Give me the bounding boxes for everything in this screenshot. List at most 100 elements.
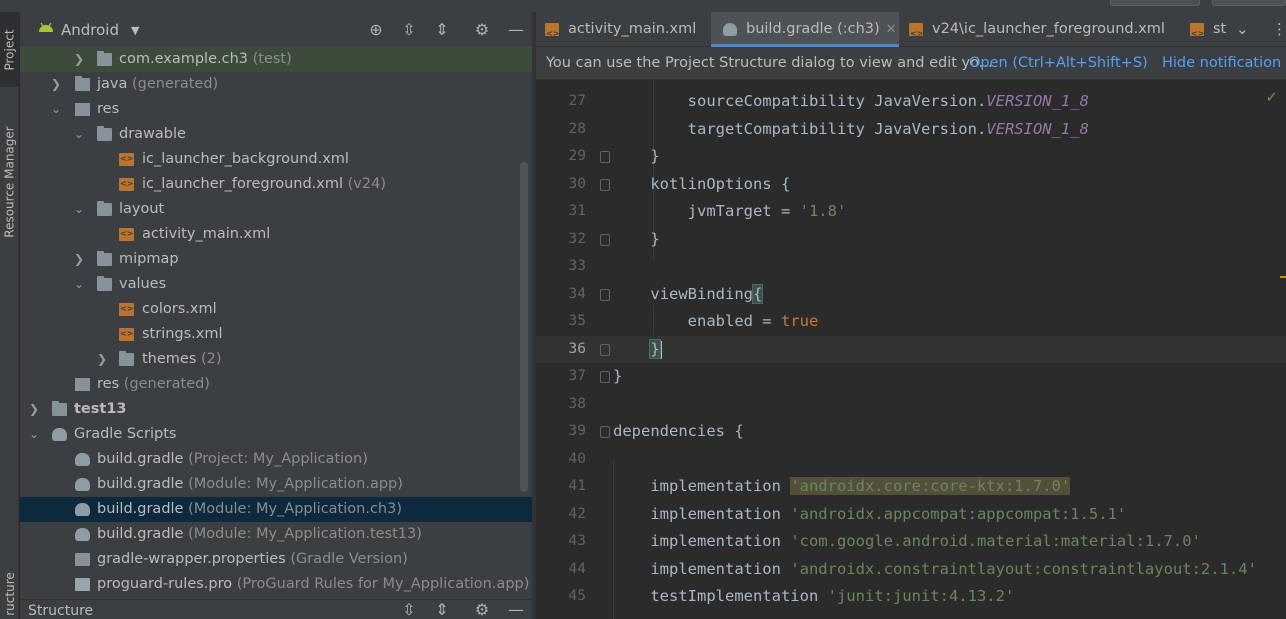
tree-row-proguard-rules[interactable]: proguard-rules.pro (ProGuard Rules for M… [20,572,532,597]
collapse-all-icon[interactable]: ⇕ [432,600,452,619]
minimize-icon[interactable]: — [506,20,526,40]
folder-icon [75,76,90,91]
code-line-29: } [613,147,660,165]
code-line-27: sourceCompatibility JavaVersion.VERSION_… [613,92,1089,110]
structure-tool-tab[interactable]: ructure [0,569,19,619]
tab-ic-launcher-foreground[interactable]: v24\ic_launcher_foreground.xml [899,12,1181,51]
tabs-dropdown-button[interactable]: ⌄ [1236,12,1260,47]
chevron-right-icon[interactable]: ❯ [73,247,85,272]
tree-row-build-gradle-app[interactable]: build.gradle (Module: My_Application.app… [20,472,532,497]
locate-icon[interactable]: ⊕ [366,20,386,40]
left-tool-strip: Project Resource Manager ructure [0,12,19,619]
tree-row-values[interactable]: ⌄ values [20,272,532,297]
tree-row-drawable[interactable]: ⌄ drawable [20,122,532,147]
tree-row-strings[interactable]: strings.xml [20,321,532,347]
expand-all-icon[interactable]: ⇳ [399,20,419,40]
line-number: 29 [568,148,586,164]
project-scrollbar[interactable] [520,162,528,492]
tree-row-colors[interactable]: colors.xml [20,296,532,322]
text-caret [659,340,662,359]
line-number: 27 [568,93,586,109]
tab-build-gradle-ch3[interactable]: build.gradle (:ch3) ✕ [711,12,899,47]
resource-manager-tool-tab[interactable]: Resource Manager [0,107,19,257]
line-number: 30 [568,176,586,192]
line-number: 28 [568,121,586,137]
chevron-down-icon[interactable]: ⌄ [50,97,62,122]
chevron-down-icon[interactable]: ⌄ [73,272,85,297]
fold-marker-icon[interactable] [600,371,610,383]
tree-row-gradle-scripts[interactable]: ⌄ Gradle Scripts [20,422,532,447]
gradle-icon [75,503,90,516]
open-project-structure-link[interactable]: Open (Ctrl+Alt+Shift+S) [969,47,1148,80]
project-tool-tab[interactable]: Project [0,12,19,87]
chevron-down-icon[interactable]: ⌄ [73,197,85,222]
xml-file-icon [119,146,134,171]
chevron-right-icon[interactable]: ❯ [50,72,62,97]
tree-row-gradle-wrapper[interactable]: gradle-wrapper.properties (Gradle Versio… [20,547,532,572]
gradle-icon [75,453,90,466]
collapse-all-icon[interactable]: ⇕ [432,20,452,40]
run-config-button[interactable] [1110,0,1200,6]
tree-row-activity-main[interactable]: activity_main.xml [20,221,532,247]
chevron-right-icon[interactable]: ❯ [28,397,40,422]
device-selector-button[interactable] [1212,0,1286,6]
module-folder-icon [52,401,67,416]
tree-row-ic-launcher-foreground[interactable]: ic_launcher_foreground.xml (v24) [20,171,532,197]
folder-icon [97,276,112,291]
tree-row-ic-launcher-background[interactable]: ic_launcher_background.xml [20,146,532,172]
chevron-right-icon[interactable]: ❯ [96,347,108,372]
tree-row-build-gradle-ch3[interactable]: build.gradle (Module: My_Application.ch3… [20,497,532,522]
editor-tabs: activity_main.xml build.gradle (:ch3)✕ v… [536,12,1286,51]
line-number: 45 [568,588,586,604]
line-number: 42 [568,506,586,522]
tabs-menu-icon[interactable]: ⋮ [1272,12,1286,47]
tree-row-java-generated[interactable]: ❯ java (generated) [20,72,532,97]
tree-row-res[interactable]: ⌄ res [20,97,532,122]
tree-row-build-gradle-test13[interactable]: build.gradle (Module: My_Application.tes… [20,522,532,547]
fold-marker-icon[interactable] [600,289,610,301]
gear-icon[interactable]: ⚙ [472,600,492,619]
code-line-35: enabled = true [613,312,819,330]
tree-row-layout[interactable]: ⌄ layout [20,197,532,222]
gear-icon[interactable]: ⚙ [472,20,492,40]
xml-file-icon [119,171,134,196]
chevron-down-icon[interactable]: ⌄ [73,122,85,147]
tree-row-mipmap[interactable]: ❯ mipmap [20,247,532,272]
chevron-down-icon[interactable]: ⌄ [28,422,40,447]
package-icon [97,51,112,66]
folder-icon [97,126,112,141]
code-line-39: dependencies { [613,422,744,440]
tab-strings[interactable]: st [1181,12,1231,47]
folder-icon [97,201,112,216]
xml-file-icon [909,16,923,51]
fold-marker-icon[interactable] [600,234,610,246]
expand-all-icon[interactable]: ⇳ [399,600,419,619]
code-line-32: } [613,230,660,248]
tree-row-res-generated[interactable]: res (generated) [20,372,532,397]
tab-activity-main[interactable]: activity_main.xml [536,12,711,51]
properties-file-icon [75,553,90,566]
line-number: 44 [568,561,586,577]
tree-row-test13[interactable]: ❯ test13 [20,397,532,422]
view-selector-label[interactable]: Android [61,21,119,39]
line-number: 41 [568,478,586,494]
tree-row-build-gradle-project[interactable]: build.gradle (Project: My_Application) [20,447,532,472]
line-number: 35 [568,313,586,329]
minimize-icon[interactable]: — [506,600,526,619]
fold-marker-icon[interactable] [600,151,610,163]
hide-notification-link[interactable]: Hide notification [1162,47,1281,80]
xml-file-icon [1190,16,1204,47]
fold-marker-icon[interactable] [600,179,610,191]
tree-row-test-package[interactable]: ❯ com.example.ch3 (test) [20,47,532,72]
code-editor[interactable]: ✓ 27 28 29 30 31 32 33 34 35 36 37 38 39… [536,80,1286,619]
line-number: 37 [568,368,586,384]
line-number: 32 [568,231,586,247]
chevron-right-icon[interactable]: ❯ [73,47,85,72]
line-number: 34 [568,286,586,302]
fold-marker-icon[interactable] [600,344,610,356]
fold-marker-icon[interactable] [600,426,610,438]
code-line-42: implementation 'androidx.appcompat:appco… [613,505,1127,523]
close-icon[interactable]: ✕ [886,22,897,37]
chevron-down-icon[interactable]: ▼ [131,24,139,37]
tree-row-themes[interactable]: ❯ themes (2) [20,347,532,372]
